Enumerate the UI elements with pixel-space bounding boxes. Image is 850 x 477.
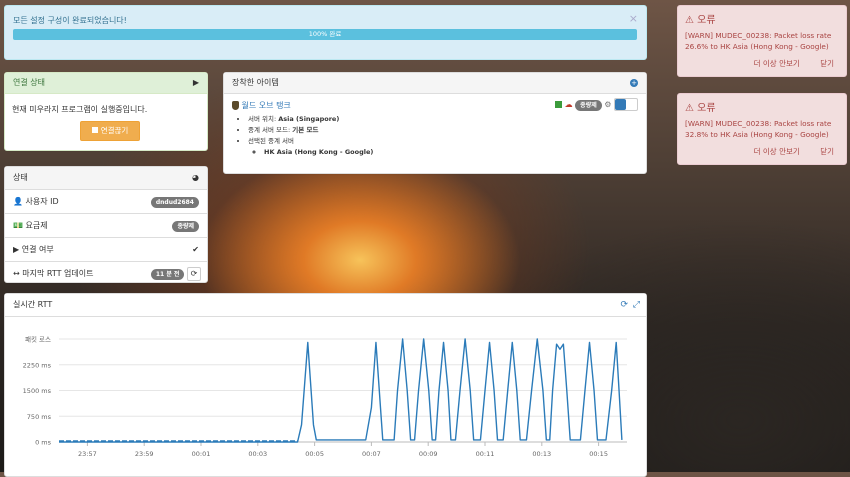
last-rtt-badge: 11 분 전 (150, 269, 185, 280)
rtt-title: 실시간 RTT (13, 300, 53, 309)
windows-icon (555, 101, 563, 108)
relay-mode: 중계 서버 모드: 기본 모드 (248, 125, 638, 136)
y-tick-label: 0 ms (35, 439, 52, 447)
connection-status-panel: 연결 상태 ▶ 현재 미우라지 프로그램이 실행중입니다. 연결끊기 (4, 72, 208, 151)
progress-bar: 100% 완료 (13, 29, 637, 40)
setup-complete-alert: 모든 설정 구성이 완료되었습니다! × 100% 완료 (4, 5, 647, 60)
user-id-badge: dndud2684 (150, 197, 199, 208)
setup-complete-message: 모든 설정 구성이 완료되었습니다! (13, 16, 127, 25)
error-notification-1: ⚠ 오류 [WARN] MUDEC_00238: Packet loss rat… (677, 5, 847, 77)
money-icon: 💵 (13, 221, 23, 230)
x-tick-label: 00:07 (362, 450, 381, 458)
x-tick-label: 00:01 (192, 450, 211, 458)
user-id-label: 사용자 ID (25, 197, 59, 206)
equipped-title: 장착한 아이템 (232, 78, 279, 87)
selected-relay-value: HK Asia (Hong Kong - Google) (264, 147, 638, 158)
play-icon[interactable]: ▶ (193, 73, 199, 93)
status-row-user-id: 👤 사용자 ID dndud2684 (5, 190, 207, 214)
status-panel: 상태 ◕ 👤 사용자 ID dndud2684 💵 요금제 종량제 ▶ 연결 여… (4, 166, 208, 283)
game-item: 월드 오브 탱크 ☁ 종량제 ⚙ 서버 위치: Asia (Singapore)… (224, 94, 646, 158)
refresh-icon[interactable]: ⟳ (620, 294, 628, 316)
server-location: 서버 위치: Asia (Singapore) (248, 114, 638, 125)
game-details-list: 서버 위치: Asia (Singapore) 중계 서버 모드: 기본 모드 … (232, 114, 638, 158)
toggle-switch[interactable] (614, 98, 638, 111)
y-tick-label: 1500 ms (23, 387, 52, 395)
y-tick-label: 패킷 로스 (25, 335, 51, 344)
status-row-last-rtt: ↔ 마지막 RTT 업데이트 11 분 전 ⟳ (5, 262, 207, 285)
x-tick-label: 00:09 (419, 450, 438, 458)
gear-icon[interactable]: ⚙ (604, 100, 611, 109)
close-icon[interactable]: × (629, 12, 638, 25)
warning-icon: ⚠ (685, 103, 694, 114)
disconnect-button[interactable]: 연결끊기 (80, 121, 140, 141)
error-title: 오류 (697, 15, 716, 26)
x-tick-label: 00:03 (248, 450, 267, 458)
dismiss-button[interactable]: 닫기 (820, 59, 834, 68)
status-title: 상태 (13, 173, 28, 182)
dashboard-icon: ◕ (192, 173, 199, 182)
game-logo-icon (232, 101, 239, 110)
dont-show-again-button[interactable]: 더 이상 안보기 (754, 59, 800, 68)
error-message: [WARN] MUDEC_00238: Packet loss rate 26.… (685, 31, 832, 51)
game-name-link[interactable]: 월드 오브 탱크 (242, 101, 291, 110)
connection-status-title: 연결 상태 (13, 78, 45, 87)
check-icon: ✔ (192, 245, 199, 254)
x-tick-label: 23:57 (78, 450, 97, 458)
connected-label: 연결 여부 (21, 245, 54, 254)
user-icon: 👤 (13, 197, 23, 206)
error-title: 오류 (697, 103, 716, 114)
equipped-items-panel: 장착한 아이템 + 월드 오브 탱크 ☁ 종량제 ⚙ 서버 위치: Asia (… (223, 72, 647, 174)
plan-badge: 종량제 (172, 221, 199, 232)
disconnect-button-label: 연결끊기 (100, 126, 129, 135)
item-plan-badge: 종량제 (575, 100, 602, 111)
x-tick-label: 23:59 (135, 450, 154, 458)
x-tick-label: 00:15 (589, 450, 608, 458)
refresh-button[interactable]: ⟳ (187, 266, 201, 281)
stop-icon (91, 127, 98, 133)
cloud-icon: ☁ (564, 100, 573, 109)
y-tick-label: 2250 ms (23, 361, 52, 369)
play-icon: ▶ (13, 245, 20, 254)
status-row-plan: 💵 요금제 종량제 (5, 214, 207, 238)
selected-relay: 선택된 중계 서버 HK Asia (Hong Kong - Google) (248, 136, 638, 158)
rtt-chart: 패킷 로스 2250 ms 1500 ms 750 ms 0 ms 23:57 23:59 0… (23, 335, 627, 458)
dont-show-again-button[interactable]: 더 이상 안보기 (754, 147, 800, 156)
progress-bar-fill: 100% 완료 (13, 29, 637, 40)
x-tick-label: 00:11 (476, 450, 495, 458)
rtt-panel: 실시간 RTT ⟳ ⤢ 패킷 로스 2250 ms 1500 ms 750 ms 0 m… (4, 293, 647, 477)
arrows-icon: ↔ (13, 269, 20, 278)
last-rtt-label: 마지막 RTT 업데이트 (22, 269, 94, 278)
connection-message: 현재 미우라지 프로그램이 실행중입니다. (12, 105, 148, 114)
status-row-connected: ▶ 연결 여부 ✔ (5, 238, 207, 262)
expand-icon[interactable]: ⤢ (633, 294, 640, 316)
add-icon[interactable]: + (630, 79, 638, 87)
x-tick-label: 00:05 (305, 450, 324, 458)
y-tick-label: 750 ms (27, 413, 52, 421)
warning-icon: ⚠ (685, 15, 694, 26)
x-tick-label: 00:13 (532, 450, 551, 458)
progress-label: 100% 완료 (308, 30, 342, 38)
error-notification-2: ⚠ 오류 [WARN] MUDEC_00238: Packet loss rat… (677, 93, 847, 165)
dismiss-button[interactable]: 닫기 (820, 147, 834, 156)
plan-label: 요금제 (25, 221, 48, 230)
error-message: [WARN] MUDEC_00238: Packet loss rate 32.… (685, 119, 832, 139)
